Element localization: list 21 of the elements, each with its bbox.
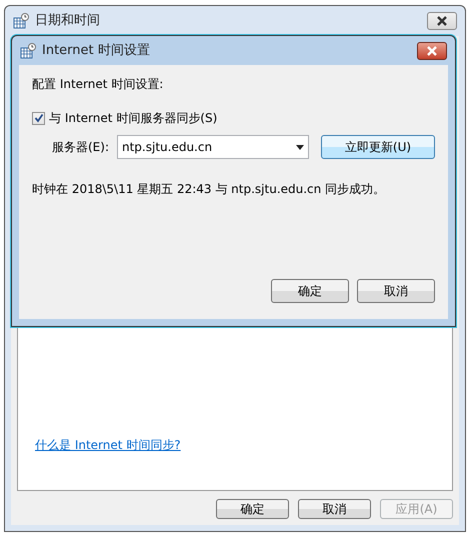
help-link[interactable]: 什么是 Internet 时间同步? — [35, 436, 452, 454]
section-heading: 配置 Internet 时间设置: — [32, 76, 164, 93]
server-combobox[interactable]: ntp.sjtu.edu.cn — [117, 135, 309, 159]
sync-checkbox[interactable] — [32, 112, 45, 124]
dropdown-arrow-icon — [296, 144, 304, 150]
window-title: Internet 时间设置 — [42, 42, 150, 60]
close-button[interactable] — [427, 12, 457, 30]
window-title: 日期和时间 — [35, 12, 100, 30]
calendar-clock-icon — [20, 42, 36, 58]
ok-button[interactable]: 确定 — [271, 279, 349, 303]
close-button[interactable] — [417, 42, 447, 60]
cancel-button[interactable]: 取消 — [298, 499, 371, 519]
checkbox-label: 与 Internet 时间服务器同步(S) — [49, 110, 218, 127]
status-message: 时钟在 2018\5\11 星期五 22:43 与 ntp.sjtu.edu.cn 同步成功。 — [32, 181, 386, 198]
server-label: 服务器(E): — [52, 139, 109, 156]
calendar-clock-icon — [13, 13, 29, 29]
ok-button[interactable]: 确定 — [216, 499, 289, 519]
close-icon — [436, 16, 448, 26]
cancel-button[interactable]: 取消 — [357, 279, 435, 303]
update-now-button[interactable]: 立即更新(U) — [321, 135, 435, 159]
close-icon — [426, 46, 438, 56]
